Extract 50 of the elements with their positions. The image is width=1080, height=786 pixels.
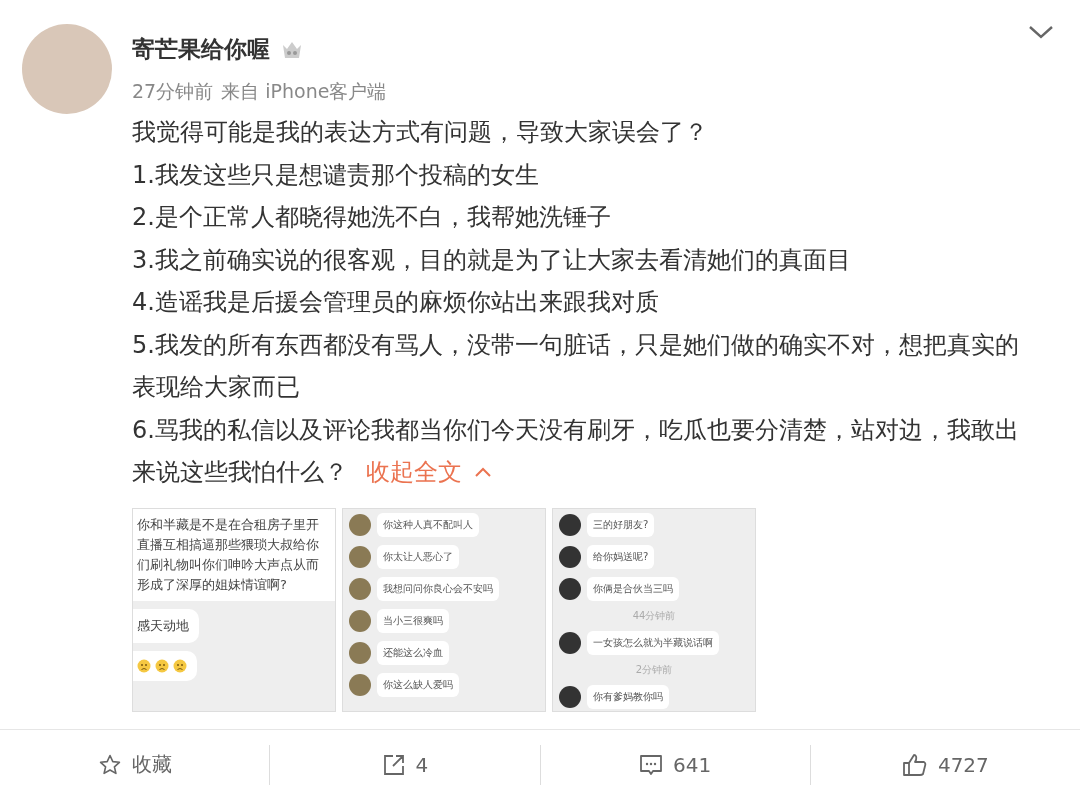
chat-screenshot[interactable]: 你和半藏是不是在合租房子里开直播互相搞逼那些猥琐大叔给你们刷礼物叫你们呻吟大声点从而形成了深厚的姐妹情谊啊? 感天动地	[132, 507, 336, 712]
chevron-down-icon[interactable]	[1028, 24, 1054, 40]
chat-bubble: 还能这么冷血	[377, 640, 449, 665]
chat-bubble: 三的好朋友?	[587, 512, 655, 537]
chat-bubble: 你这种人真不配叫人	[377, 512, 479, 537]
avatar-icon	[559, 513, 581, 536]
sad-face-icon	[173, 658, 187, 673]
chat-bubble: 当小三很爽吗	[377, 608, 449, 633]
chat-bubble: 你俩是合伙当三吗	[587, 576, 679, 601]
avatar-icon	[559, 685, 581, 708]
avatar-icon	[559, 545, 581, 568]
chat-timestamp: 44分钟前	[631, 608, 677, 623]
chat-bubble: 你这么缺人爱吗	[377, 672, 459, 697]
avatar-icon	[349, 513, 371, 536]
post-text: 我觉得可能是我的表达方式有问题，导致大家误会了？	[132, 117, 709, 148]
post-text: 1.我发这些只是想谴责那个投稿的女生	[132, 159, 540, 191]
chat-bubble: 你有爹妈教你吗	[587, 684, 669, 709]
thumbs-up-icon	[901, 752, 928, 777]
post-time: 27分钟前	[132, 79, 214, 104]
star-icon	[97, 752, 122, 777]
post-text: 2.是个正常人都晓得她洗不白，我帮她洗锤子	[132, 202, 612, 233]
like-button[interactable]: 4727	[810, 751, 1080, 778]
avatar-icon	[349, 577, 371, 600]
comment-icon	[639, 752, 664, 777]
chat-bubble: 一女孩怎么就为半藏说话啊	[587, 630, 719, 655]
sad-face-icon	[155, 658, 169, 673]
avatar-icon	[349, 545, 371, 568]
avatar-icon	[349, 673, 371, 696]
user-name[interactable]: 寄芒果给你喔	[132, 34, 270, 65]
post-text: 6.骂我的私信以及评论我都当你们今天没有刷牙，吃瓜也要分清楚，站对边，我敢出来说这些我怕什么？ 收起全文	[132, 408, 1034, 494]
post-text: 5.我发的所有东西都没有骂人，没带一句脏话，只是她们做的确实不对，想把真实的表现给大家而已	[132, 329, 1020, 403]
post-source: 来自 iPhone客户端	[221, 79, 387, 104]
repost-button[interactable]: 4	[270, 751, 540, 778]
avatar-icon	[349, 609, 371, 632]
comment-button[interactable]: 641	[540, 751, 810, 778]
chat-bubble: 我想问问你良心会不安吗	[377, 576, 499, 601]
favorite-button[interactable]: 收藏	[0, 750, 270, 779]
chat-message: 你和半藏是不是在合租房子里开直播互相搞逼那些猥琐大叔给你们刷礼物叫你们呻吟大声点从而形成了深厚的姐妹情谊啊?	[133, 508, 335, 601]
avatar-icon	[559, 577, 581, 600]
avatar-icon	[349, 641, 371, 664]
chat-screenshot[interactable]: 你这种人真不配叫人 你太让人恶心了 我想问问你良心会不安吗 当小三很爽吗 还能这么冷血 你这么缺人爱吗	[342, 507, 546, 712]
caret-up-icon	[474, 466, 492, 479]
share-icon	[381, 752, 406, 777]
chat-bubble: 感天动地	[133, 608, 199, 643]
sad-face-icon	[137, 658, 151, 673]
chat-bubble: 给你妈送呢?	[587, 544, 655, 569]
post-text: 3.我之前确实说的很客观，目的就是为了让大家去看清她们的真面目	[132, 244, 852, 276]
avatar-icon	[559, 631, 581, 654]
chat-bubble: 你太让人恶心了	[377, 544, 459, 569]
post-text: 4.造谣我是后援会管理员的麻烦你站出来跟我对质	[132, 287, 660, 318]
